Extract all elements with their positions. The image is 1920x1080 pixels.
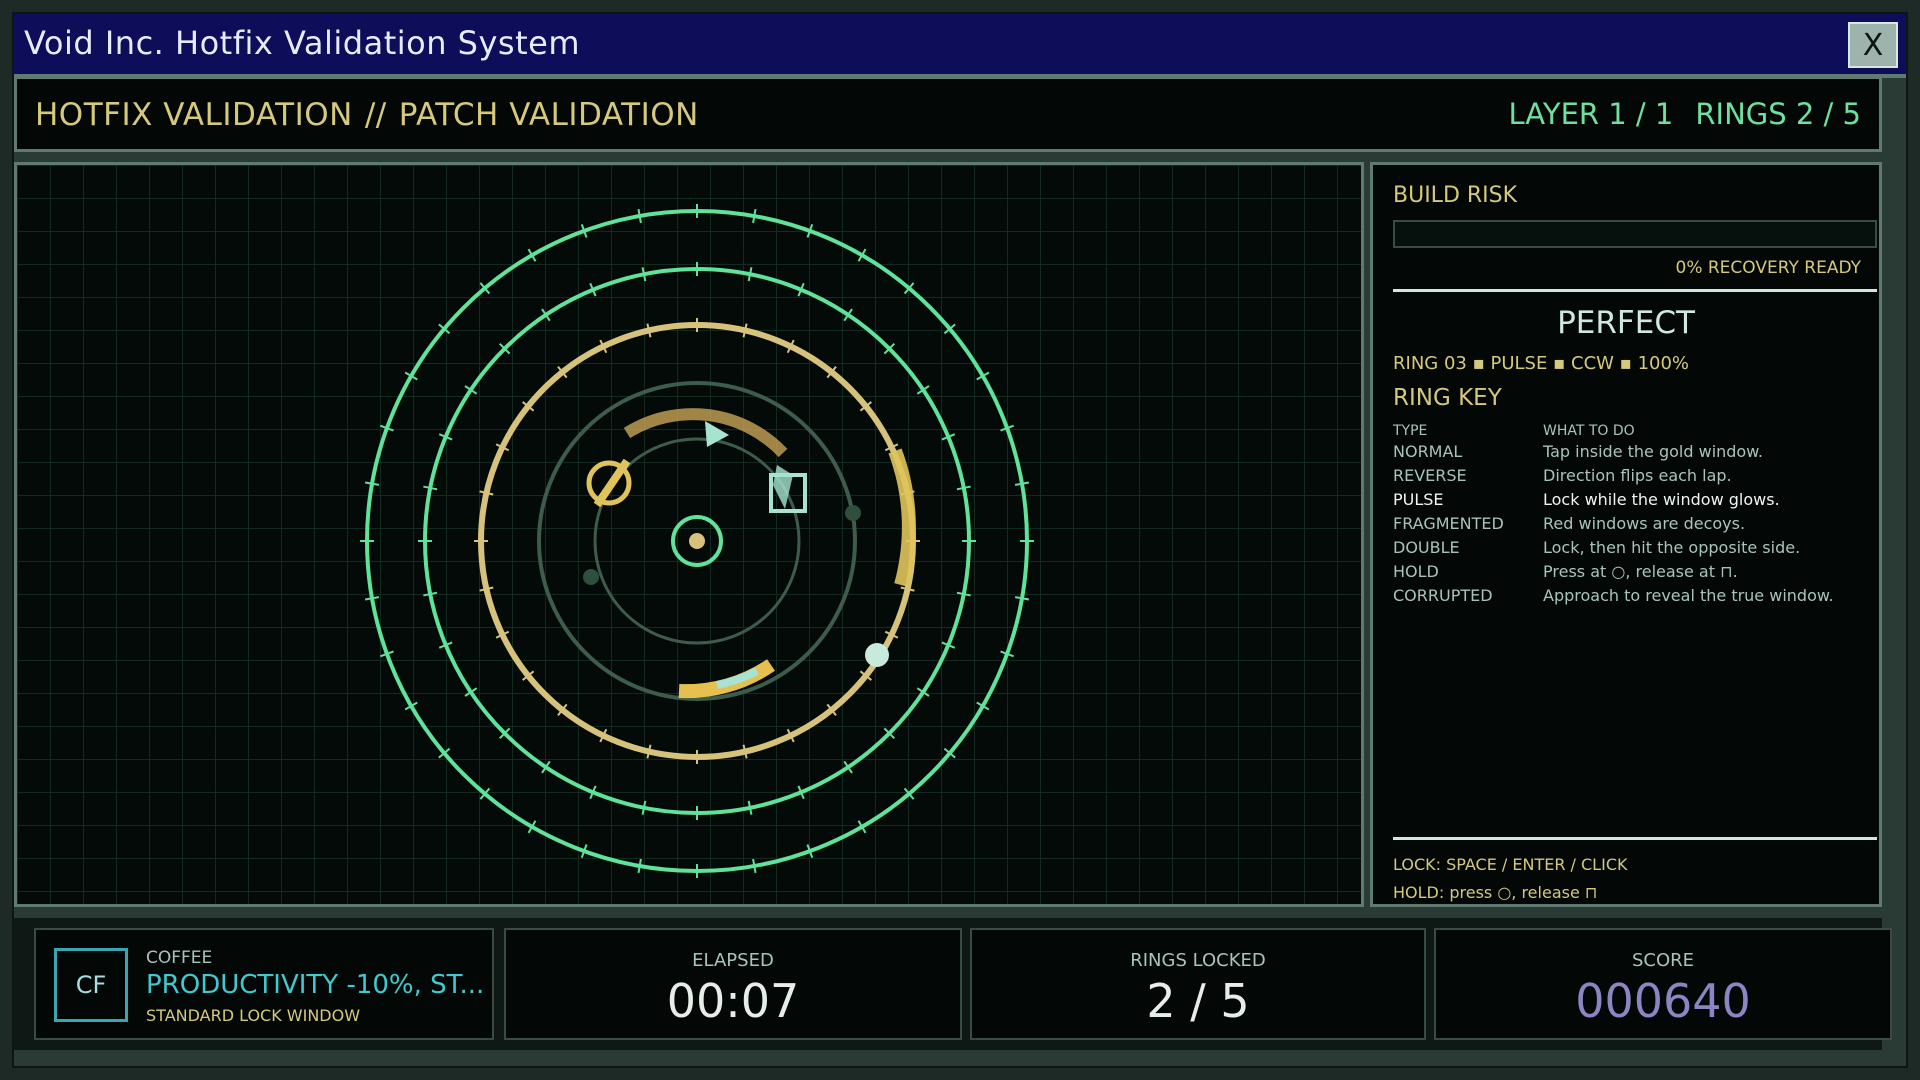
ring-key-row: NORMAL Tap inside the gold window. [1393, 442, 1834, 466]
ring-desc: Lock while the window glows. [1543, 490, 1780, 509]
breadcrumb-section: HOTFIX VALIDATION [35, 97, 353, 133]
ring-key-row: FRAGMENTED Red windows are decoys. [1393, 514, 1834, 538]
cursor-node [865, 643, 889, 667]
powerup-subtext: STANDARD LOCK WINDOW [146, 1006, 361, 1025]
window-title: Void Inc. Hotfix Validation System [24, 24, 580, 62]
close-button[interactable]: X [1848, 22, 1898, 68]
hold-hint: HOLD: press ○, release ⊓ [1393, 883, 1598, 902]
powerup-badge: CF [54, 948, 128, 1022]
title-bar: Void Inc. Hotfix Validation System X [14, 14, 1906, 78]
breadcrumb-subsection: PATCH VALIDATION [398, 97, 699, 133]
score-card: SCORE 000640 [1434, 928, 1892, 1040]
ring-type: HOLD [1393, 562, 1439, 581]
build-risk-label: BUILD RISK [1393, 183, 1518, 208]
elapsed-value: 00:07 [666, 974, 800, 1028]
divider [1393, 289, 1877, 292]
score-value: 000640 [1575, 974, 1751, 1028]
verdict-text: PERFECT [1557, 305, 1695, 341]
ring-desc: Direction flips each lap. [1543, 466, 1732, 485]
lock-hint: LOCK: SPACE / ENTER / CLICK [1393, 855, 1628, 874]
ring-visualization[interactable] [17, 165, 1364, 907]
ring-desc: Lock, then hit the opposite side. [1543, 538, 1801, 557]
build-risk-text: 0% RECOVERY READY [1675, 258, 1862, 278]
breadcrumb: HOTFIX VALIDATION // PATCH VALIDATION [35, 97, 699, 133]
ring-desc: Press at ○, release at ⊓. [1543, 562, 1738, 581]
rings-locked-label: RINGS LOCKED [1130, 950, 1266, 971]
ring-key-row: REVERSE Direction flips each lap. [1393, 466, 1834, 490]
layer-counter: LAYER 1 / 1 [1508, 97, 1674, 131]
rings-locked-value: 2 / 5 [1146, 974, 1250, 1028]
ring-key-row: HOLD Press at ○, release at ⊓. [1393, 562, 1834, 586]
ring-type: REVERSE [1393, 466, 1467, 485]
ring-type: PULSE [1393, 490, 1444, 509]
marker-dot-left [583, 569, 599, 585]
powerup-caption: COFFEE [146, 948, 213, 968]
ring-key-title: RING KEY [1393, 385, 1502, 411]
elapsed-card: ELAPSED 00:07 [504, 928, 962, 1040]
ring-desc: Red windows are decoys. [1543, 514, 1746, 533]
info-panel: BUILD RISK 0% RECOVERY READY PERFECT RIN… [1370, 162, 1882, 907]
progress-status: LAYER 1 / 1 RINGS 2 / 5 [1486, 97, 1861, 131]
divider [1393, 837, 1877, 840]
rings-locked-card: RINGS LOCKED 2 / 5 [970, 928, 1426, 1040]
inner-gold-arc [623, 408, 788, 458]
header-bar: HOTFIX VALIDATION // PATCH VALIDATION LAYE… [14, 76, 1882, 152]
elapsed-label: ELAPSED [692, 950, 774, 971]
ring-key-row: DOUBLE Lock, then hit the opposite side. [1393, 538, 1834, 562]
hold-start-icon [586, 458, 632, 508]
pulse-window-right [888, 448, 916, 587]
status-footer: CF COFFEE PRODUCTIVITY -10%, ST... STAND… [14, 918, 1892, 1050]
hold-release-icon [769, 465, 807, 513]
ring-type: DOUBLE [1393, 538, 1460, 557]
build-risk-bar [1393, 220, 1877, 248]
ring-key-col-type: TYPE [1393, 422, 1428, 439]
ring-type: CORRUPTED [1393, 586, 1493, 605]
ring-key-col-desc: WHAT TO DO [1543, 422, 1635, 439]
ring-key-header: TYPE WHAT TO DO [1393, 419, 1834, 442]
powerup-effect: PRODUCTIVITY -10%, ST... [146, 970, 485, 1000]
ring-desc: Tap inside the gold window. [1543, 442, 1763, 461]
breadcrumb-separator: // [364, 97, 387, 133]
ring-stage[interactable] [14, 162, 1364, 907]
ring-key-row: CORRUPTED Approach to reveal the true win… [1393, 586, 1834, 610]
center-target-dot [689, 533, 705, 549]
ring-key-row-active: PULSE Lock while the window glows. [1393, 490, 1834, 514]
ring-type: NORMAL [1393, 442, 1463, 461]
score-label: SCORE [1631, 950, 1695, 971]
ring-key-table: TYPE WHAT TO DO NORMAL Tap inside the gol… [1393, 419, 1834, 610]
ring-type: FRAGMENTED [1393, 514, 1504, 533]
rings-counter: RINGS 2 / 5 [1695, 97, 1861, 131]
ring-desc: Approach to reveal the true window. [1543, 586, 1834, 605]
ring-info: RING 03 ▪ PULSE ▪ CCW ▪ 100% [1393, 353, 1690, 374]
marker-dot-right [845, 505, 861, 521]
powerup-card: CF COFFEE PRODUCTIVITY -10%, ST... STAND… [34, 928, 494, 1040]
